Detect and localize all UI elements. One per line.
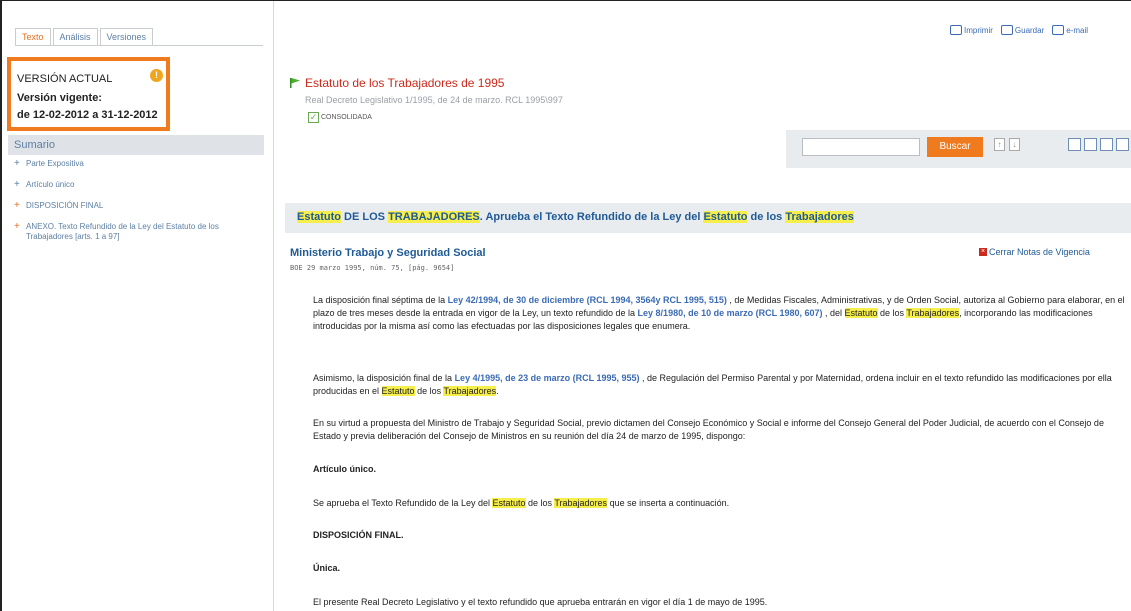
highlight-term: Trabajadores bbox=[554, 498, 608, 508]
text: , del bbox=[822, 308, 845, 318]
print-button[interactable]: Imprimir bbox=[950, 25, 993, 35]
close-notes-link[interactable]: × Cerrar Notas de Vigencia bbox=[979, 247, 1090, 257]
highlight-term: Trabajadores bbox=[443, 386, 497, 396]
next-match-button[interactable]: ↓ bbox=[1009, 138, 1020, 151]
version-dates: de 12-02-2012 a 31-12-2012 bbox=[17, 109, 158, 121]
version-box: VERSIÓN ACTUAL ! Versión vigente: de 12-… bbox=[7, 57, 170, 131]
law-link[interactable]: Ley 4/1995, de 23 de marzo (RCL 1995, 95… bbox=[455, 373, 640, 383]
section-title-bar: Estatuto DE LOS TRABAJADORES. Aprueba el… bbox=[285, 203, 1131, 233]
tab-analisis[interactable]: Análisis bbox=[52, 28, 98, 46]
status-badge: ✓ CONSOLIDADA bbox=[308, 112, 372, 123]
tabs-divider bbox=[15, 45, 263, 46]
text: . bbox=[496, 386, 499, 396]
title-text: DE LOS bbox=[341, 211, 389, 223]
heading-unica: Única. bbox=[313, 563, 341, 573]
law-link[interactable]: Ley 8/1980, de 10 de marzo (RCL 1980, 60… bbox=[638, 308, 823, 318]
paragraph-5: El presente Real Decreto Legislativo y e… bbox=[313, 597, 768, 607]
paragraph-3: En su virtud a propuesta del Ministro de… bbox=[313, 418, 1104, 441]
boe-reference: BOE 29 marzo 1995, núm. 75, [pág. 9654] bbox=[290, 264, 455, 272]
ministry-name: Ministerio Trabajo y Seguridad Social bbox=[290, 247, 486, 259]
toc-item-parte-expositiva[interactable]: + Parte Expositiva bbox=[8, 159, 264, 169]
title-text: . Aprueba el Texto Refundido de la Ley d… bbox=[479, 211, 704, 223]
paragraph-2: Asimismo, la disposición final de la Ley… bbox=[313, 372, 1125, 398]
section-title: Estatuto DE LOS TRABAJADORES. Aprueba el… bbox=[297, 211, 854, 223]
toc-item-disposicion-final[interactable]: + DISPOSICIÓN FINAL bbox=[8, 201, 264, 211]
tab-texto[interactable]: Texto bbox=[15, 28, 51, 46]
version-title: VERSIÓN ACTUAL bbox=[17, 73, 113, 85]
save-label: Guardar bbox=[1014, 25, 1045, 35]
check-icon: ✓ bbox=[308, 112, 319, 123]
doc-toolbar: Imprimir Guardar e-mail bbox=[950, 25, 1088, 35]
highlight-term: Estatuto bbox=[703, 211, 748, 223]
text: de los bbox=[414, 386, 444, 396]
version-label: Versión vigente: bbox=[17, 92, 102, 104]
doc-title[interactable]: Estatuto de los Trabajadores de 1995 bbox=[305, 76, 504, 90]
expand-icon[interactable]: + bbox=[8, 201, 26, 211]
highlight-term: Estatuto bbox=[297, 211, 341, 223]
text: que se inserta a continuación. bbox=[607, 498, 730, 508]
flag-icon bbox=[290, 78, 300, 88]
highlight-term: Estatuto bbox=[492, 498, 526, 508]
paragraph-1: La disposición final séptima de la Ley 4… bbox=[313, 294, 1125, 333]
heading-articulo-unico: Artículo único. bbox=[313, 464, 376, 474]
search-button[interactable]: Buscar bbox=[927, 137, 983, 157]
doc-view-icon[interactable] bbox=[1100, 138, 1113, 151]
info-icon[interactable]: ! bbox=[150, 69, 163, 82]
bullet-icon: + bbox=[14, 158, 20, 169]
text: La disposición final séptima de la bbox=[313, 295, 448, 305]
email-label: e-mail bbox=[1066, 25, 1089, 35]
expand-icon[interactable]: + bbox=[8, 222, 26, 242]
print-label: Imprimir bbox=[964, 25, 993, 35]
tab-versiones[interactable]: Versiones bbox=[99, 28, 154, 46]
highlight-term: Estatuto bbox=[844, 308, 878, 318]
close-notes-label: Cerrar Notas de Vigencia bbox=[989, 247, 1090, 257]
law-link[interactable]: Ley 42/1994, de 30 de diciembre (RCL 199… bbox=[448, 295, 727, 305]
toc-list: + Parte Expositiva + Artículo único + DI… bbox=[8, 159, 264, 253]
close-icon: × bbox=[979, 248, 987, 256]
text: Se aprueba el Texto Refundido de la Ley … bbox=[313, 498, 493, 508]
toc-item-label[interactable]: ANEXO. Texto Refundido de la Ley del Est… bbox=[26, 222, 246, 242]
search-input[interactable] bbox=[802, 138, 920, 156]
doc-reference: Real Decreto Legislativo 1/1995, de 24 d… bbox=[305, 95, 563, 105]
tab-bar: Texto Análisis Versiones bbox=[15, 26, 155, 46]
toc-item-label[interactable]: Parte Expositiva bbox=[26, 159, 246, 169]
printer-icon bbox=[950, 25, 962, 35]
highlight-term: TRABAJADORES bbox=[388, 211, 480, 223]
paragraph-4: Se aprueba el Texto Refundido de la Ley … bbox=[313, 497, 1125, 510]
highlight-term: Estatuto bbox=[381, 386, 415, 396]
text: de los bbox=[877, 308, 907, 318]
save-button[interactable]: Guardar bbox=[1000, 25, 1045, 35]
font-smaller-icon[interactable] bbox=[1068, 138, 1081, 151]
email-button[interactable]: e-mail bbox=[1052, 25, 1088, 35]
sumario-header: Sumario bbox=[8, 135, 264, 155]
toc-item-label[interactable]: DISPOSICIÓN FINAL bbox=[26, 201, 246, 211]
more-options-icon[interactable] bbox=[1116, 138, 1129, 151]
bullet-icon: + bbox=[14, 179, 20, 190]
title-text: de los bbox=[747, 211, 786, 223]
font-larger-icon[interactable] bbox=[1084, 138, 1097, 151]
toc-item-articulo-unico[interactable]: + Artículo único bbox=[8, 180, 264, 190]
toc-item-label[interactable]: Artículo único bbox=[26, 180, 246, 190]
status-label: CONSOLIDADA bbox=[321, 114, 372, 121]
search-bar: Buscar ↑ ↓ bbox=[786, 130, 1131, 168]
highlight-term: Trabajadores bbox=[785, 211, 854, 223]
toc-item-anexo[interactable]: + ANEXO. Texto Refundido de la Ley del E… bbox=[8, 222, 264, 242]
text: de los bbox=[525, 498, 555, 508]
email-icon bbox=[1052, 25, 1065, 35]
highlight-term: Trabajadores bbox=[906, 308, 960, 318]
text: Asimismo, la disposición final de la bbox=[313, 373, 455, 383]
prev-match-button[interactable]: ↑ bbox=[994, 138, 1005, 151]
sidebar: Texto Análisis Versiones VERSIÓN ACTUAL … bbox=[2, 1, 274, 611]
save-icon bbox=[1000, 25, 1013, 35]
heading-disposicion-final: DISPOSICIÓN FINAL. bbox=[313, 530, 404, 540]
